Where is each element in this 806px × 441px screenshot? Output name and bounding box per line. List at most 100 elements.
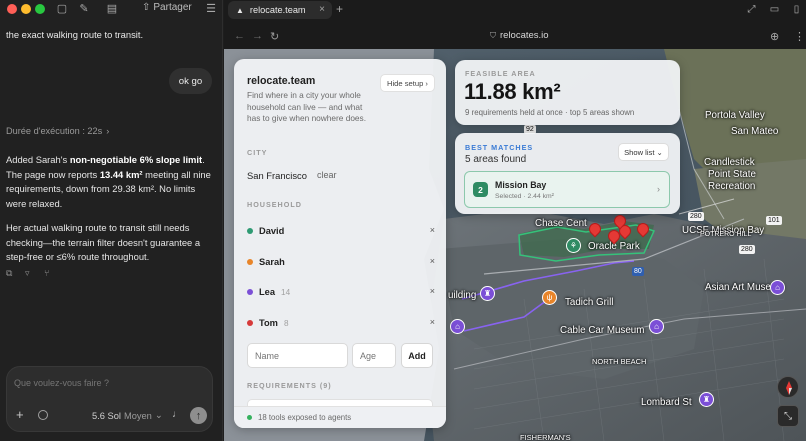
museum-icon[interactable]: ⌂ — [450, 319, 465, 334]
road-shield: 101 — [766, 216, 782, 225]
map-label-candlestick: Candlestick — [704, 157, 755, 168]
landmark-icon[interactable]: ♜ — [480, 286, 495, 301]
sidebar-right-icon[interactable]: ▯ — [791, 4, 802, 15]
match-rank-badge: 2 — [473, 182, 488, 197]
map-label-potrero-hill: POTRERO HILL — [700, 231, 752, 238]
assistant-reply-followup: Her actual walking route to transit stil… — [6, 222, 201, 263]
expand-icon[interactable]: ⤢ — [746, 4, 757, 15]
best-matches-card: BEST MATCHES 5 areas found Show list ⌄ 2… — [455, 133, 680, 214]
plus-icon[interactable]: + — [16, 408, 24, 421]
map-label-fishermans: FISHERMAN'S — [520, 433, 571, 441]
share-icon: ⇧ — [142, 2, 151, 13]
feasible-area-value: 11.88 km² — [464, 79, 561, 104]
remove-member-icon[interactable]: × — [430, 225, 435, 235]
household-member: David × — [247, 224, 437, 238]
branch-icon[interactable]: ⑂ — [44, 268, 54, 278]
list-icon[interactable]: ☰ — [205, 3, 217, 15]
new-tab-icon[interactable]: + — [336, 2, 343, 16]
close-tab-icon[interactable]: × — [319, 4, 325, 15]
sidebar-toggle-icon[interactable]: ▢ — [56, 3, 68, 15]
member-color-dot — [247, 289, 253, 295]
city-heading: CITY — [247, 148, 268, 157]
share-button[interactable]: ⇧ Partager — [142, 2, 192, 13]
forward-icon[interactable]: → — [252, 30, 263, 42]
hide-setup-button[interactable]: Hide setup › — [380, 74, 435, 92]
chevron-down-icon: ⌄ — [154, 410, 163, 420]
chevron-right-icon: › — [657, 184, 660, 194]
household-member: Tom 8 × — [247, 316, 437, 330]
remove-member-icon[interactable]: × — [430, 317, 435, 327]
remove-member-icon[interactable]: × — [430, 286, 435, 296]
member-color-dot — [247, 228, 253, 234]
household-member: Sarah × — [247, 255, 437, 269]
restaurant-icon[interactable]: ψ — [542, 290, 557, 305]
map-label-building: uilding — [448, 290, 477, 301]
archive-icon[interactable]: ▤ — [106, 3, 118, 15]
minimize-window-button[interactable] — [21, 4, 31, 14]
navigation-bar: ← → ↻ ⛉ relocates.io ⊕ ⋮ — [224, 24, 806, 48]
show-list-button[interactable]: Show list ⌄ — [618, 143, 669, 161]
message-actions: ⧉ ▿ ⑂ — [6, 268, 54, 278]
member-color-dot — [247, 320, 253, 326]
window-toolbar: ▢ ✎ ▤ ⇧ Partager ☰ — [0, 0, 223, 18]
reload-icon[interactable]: ↻ — [270, 30, 279, 43]
match-name: Mission Bay — [495, 180, 547, 190]
app-title: relocate.team — [247, 75, 316, 87]
road-shield: 80 — [632, 267, 644, 276]
arrow-up-icon: ↑ — [195, 409, 202, 422]
display-icon[interactable]: ▭ — [769, 4, 780, 15]
more-menu-icon[interactable]: ⋮ — [794, 30, 805, 43]
app-description: Find where in a city your whole househol… — [247, 90, 367, 123]
address-bar[interactable]: ⛉ relocates.io — [490, 30, 549, 41]
new-chat-icon[interactable]: ✎ — [78, 3, 90, 15]
composer-input[interactable] — [14, 378, 204, 388]
run-duration[interactable]: Durée d'exécution : 22s › — [6, 126, 109, 136]
member-name-input[interactable] — [247, 343, 348, 368]
copy-icon[interactable]: ⧉ — [6, 268, 16, 278]
park-icon[interactable]: ⚘ — [566, 238, 581, 253]
chevron-right-icon: › — [106, 126, 110, 136]
member-age-input[interactable] — [352, 343, 396, 368]
shield-icon: ⛉ — [490, 30, 496, 40]
best-matches-label: BEST MATCHES — [465, 143, 534, 152]
fullscreen-icon[interactable]: ⤡ — [777, 405, 799, 427]
add-member-button[interactable]: Add — [401, 343, 433, 368]
road-shield: 280 — [739, 245, 755, 254]
map-label-san-mateo: San Mateo — [731, 126, 779, 137]
remove-member-icon[interactable]: × — [430, 256, 435, 266]
emoji-icon[interactable] — [38, 410, 48, 420]
triangle-logo-icon: ▲ — [236, 5, 244, 15]
status-dot — [247, 415, 252, 420]
model-selector[interactable]: 5.6 Sol Moyen ⌄ — [92, 410, 163, 421]
map-label-point-state: Point State — [708, 169, 756, 180]
match-item-mission-bay[interactable]: 2 Mission Bay Selected · 2.44 km² › — [464, 171, 670, 208]
feasible-area-label: FEASIBLE AREA — [465, 69, 536, 78]
thumbs-down-icon[interactable]: ▿ — [25, 268, 35, 278]
back-icon[interactable]: ← — [234, 30, 245, 42]
household-heading: HOUSEHOLD — [247, 200, 302, 209]
tab-relocate[interactable]: ▲ relocate.team × — [228, 1, 332, 19]
tools-footer: 18 tools exposed to agents — [234, 406, 446, 428]
city-value: San Francisco — [247, 170, 307, 181]
send-button[interactable]: ↑ — [190, 407, 207, 424]
add-bookmark-icon[interactable]: ⊕ — [770, 30, 779, 43]
browser-window: ▲ relocate.team × + ⤢ ▭ ▯ ← → ↻ ⛉ reloca… — [224, 0, 806, 441]
museum-icon[interactable]: ⌂ — [649, 319, 664, 334]
map-label-recreation: Recreation — [708, 181, 756, 192]
microphone-icon[interactable]: ♩ — [172, 409, 182, 420]
close-window-button[interactable] — [7, 4, 17, 14]
landmark-icon[interactable]: ♜ — [699, 392, 714, 407]
member-color-dot — [247, 259, 253, 265]
compass-icon[interactable] — [777, 376, 799, 398]
map-label-lombard-st: Lombard St — [641, 397, 692, 408]
zoom-window-button[interactable] — [35, 4, 45, 14]
map-label-portola-valley: Portola Valley — [705, 110, 765, 121]
map-label-tadich-grill: Tadich Grill — [565, 297, 614, 308]
setup-panel: relocate.team Hide setup › Find where in… — [234, 59, 446, 428]
feasible-area-summary: 9 requirements held at once · top 5 area… — [465, 108, 635, 117]
chat-panel: ▢ ✎ ▤ ⇧ Partager ☰ the exact walking rou… — [0, 0, 223, 441]
museum-icon[interactable]: ⌂ — [770, 280, 785, 295]
map-label-chase-center: Chase Cent — [535, 218, 587, 229]
clear-city-button[interactable]: clear — [317, 170, 337, 180]
matches-count: 5 areas found — [465, 154, 527, 165]
